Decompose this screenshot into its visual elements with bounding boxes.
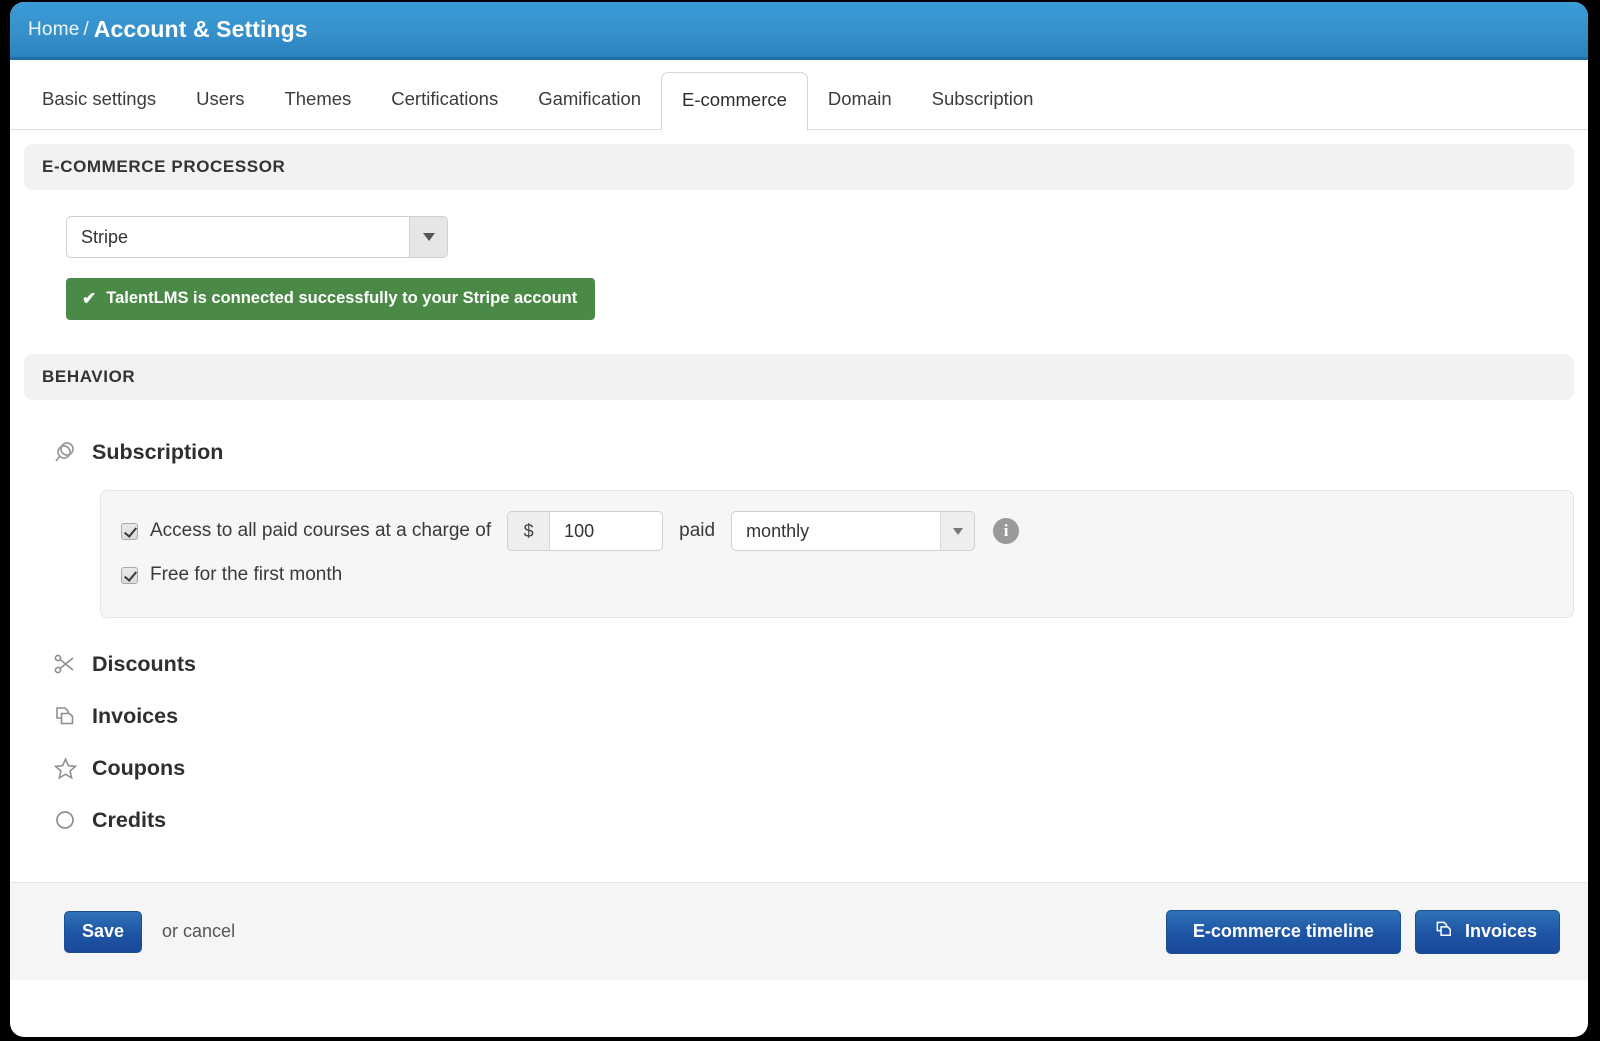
form-footer: Save or cancel E-commerce timeline Invoi… xyxy=(10,882,1588,980)
cancel-link[interactable]: cancel xyxy=(183,921,235,941)
invoices-button-label: Invoices xyxy=(1464,921,1537,941)
or-label: or xyxy=(162,921,179,941)
feature-row-subscription[interactable]: Subscription xyxy=(10,426,1588,478)
section-title: BEHAVIOR xyxy=(42,367,136,386)
processor-row: Stripe xyxy=(24,190,1574,258)
billing-frequency-select[interactable]: monthly xyxy=(731,511,976,551)
access-charge-row: Access to all paid courses at a charge o… xyxy=(101,509,1573,553)
processor-select-value: Stripe xyxy=(81,226,129,247)
paid-label: paid xyxy=(679,520,716,541)
billing-frequency-value: monthly xyxy=(746,520,810,541)
account-settings-window: Home / Account & Settings Basic settings… xyxy=(10,2,1588,1037)
info-icon[interactable]: i xyxy=(993,518,1020,544)
feature-label: Discounts xyxy=(92,651,196,676)
tab-ecommerce[interactable]: E-commerce xyxy=(661,71,808,131)
chevron-down-icon[interactable] xyxy=(409,217,447,257)
tab-certifications[interactable]: Certifications xyxy=(371,89,518,131)
access-all-paid-courses-label: Access to all paid courses at a charge o… xyxy=(150,520,492,541)
access-all-paid-courses-checkbox[interactable] xyxy=(121,522,138,540)
tab-themes[interactable]: Themes xyxy=(264,89,371,131)
status-badge-text: TalentLMS is connected successfully to y… xyxy=(106,289,578,307)
scissors-icon xyxy=(52,651,78,677)
charge-amount-group: $ xyxy=(507,511,664,551)
feature-label: Coupons xyxy=(92,755,186,780)
footer-actions: E-commerce timeline Invoices xyxy=(1165,909,1560,954)
section-header-behavior: BEHAVIOR xyxy=(24,354,1574,400)
subscription-settings-panel: Access to all paid courses at a charge o… xyxy=(100,490,1574,618)
tab-gamification[interactable]: Gamification xyxy=(518,89,661,131)
processor-select[interactable]: Stripe xyxy=(66,216,448,258)
free-first-month-label: Free for the first month xyxy=(150,564,343,585)
feature-row-credits[interactable]: Credits xyxy=(10,794,1588,846)
feature-label: Subscription xyxy=(92,439,224,464)
tab-domain[interactable]: Domain xyxy=(808,89,912,131)
circle-icon xyxy=(52,807,78,833)
feature-row-discounts[interactable]: Discounts xyxy=(10,638,1588,690)
feature-label: Credits xyxy=(92,807,167,832)
tab-basic-settings[interactable]: Basic settings xyxy=(22,89,176,131)
invoices-button[interactable]: Invoices xyxy=(1414,909,1560,954)
section-header-ecommerce-processor: E-COMMERCE PROCESSOR xyxy=(24,144,1574,190)
feature-row-invoices[interactable]: Invoices xyxy=(10,690,1588,742)
feature-label: Invoices xyxy=(92,703,179,728)
settings-tab-bar: Basic settings Users Themes Certificatio… xyxy=(10,60,1588,131)
feature-row-coupons[interactable]: Coupons xyxy=(10,742,1588,794)
subscription-tag-icon xyxy=(52,439,78,465)
chevron-down-icon[interactable] xyxy=(940,512,975,550)
charge-amount-input[interactable] xyxy=(550,512,663,550)
tab-users[interactable]: Users xyxy=(176,89,264,131)
star-icon xyxy=(52,755,78,781)
free-first-month-row: Free for the first month xyxy=(101,553,1573,597)
page-title: Account & Settings xyxy=(93,16,308,42)
breadcrumb-home-link[interactable]: Home xyxy=(28,19,79,41)
currency-symbol: $ xyxy=(508,512,551,550)
documents-icon xyxy=(52,703,78,729)
free-first-month-checkbox[interactable] xyxy=(121,566,138,584)
processor-section-body: Stripe ✔ TalentLMS is connected successf… xyxy=(10,190,1588,320)
page-header: Home / Account & Settings xyxy=(10,2,1588,60)
section-title: E-COMMERCE PROCESSOR xyxy=(42,157,286,176)
documents-icon xyxy=(1434,919,1454,944)
tab-subscription[interactable]: Subscription xyxy=(912,89,1054,131)
save-button[interactable]: Save xyxy=(64,910,142,953)
ecommerce-timeline-button[interactable]: E-commerce timeline xyxy=(1165,909,1401,954)
cancel-text: or cancel xyxy=(162,921,235,942)
behavior-section-body: Subscription Access to all paid courses … xyxy=(10,400,1588,846)
check-icon: ✔ xyxy=(82,289,97,308)
status-badge: ✔ TalentLMS is connected successfully to… xyxy=(66,278,596,320)
breadcrumb-separator: / xyxy=(83,18,89,40)
